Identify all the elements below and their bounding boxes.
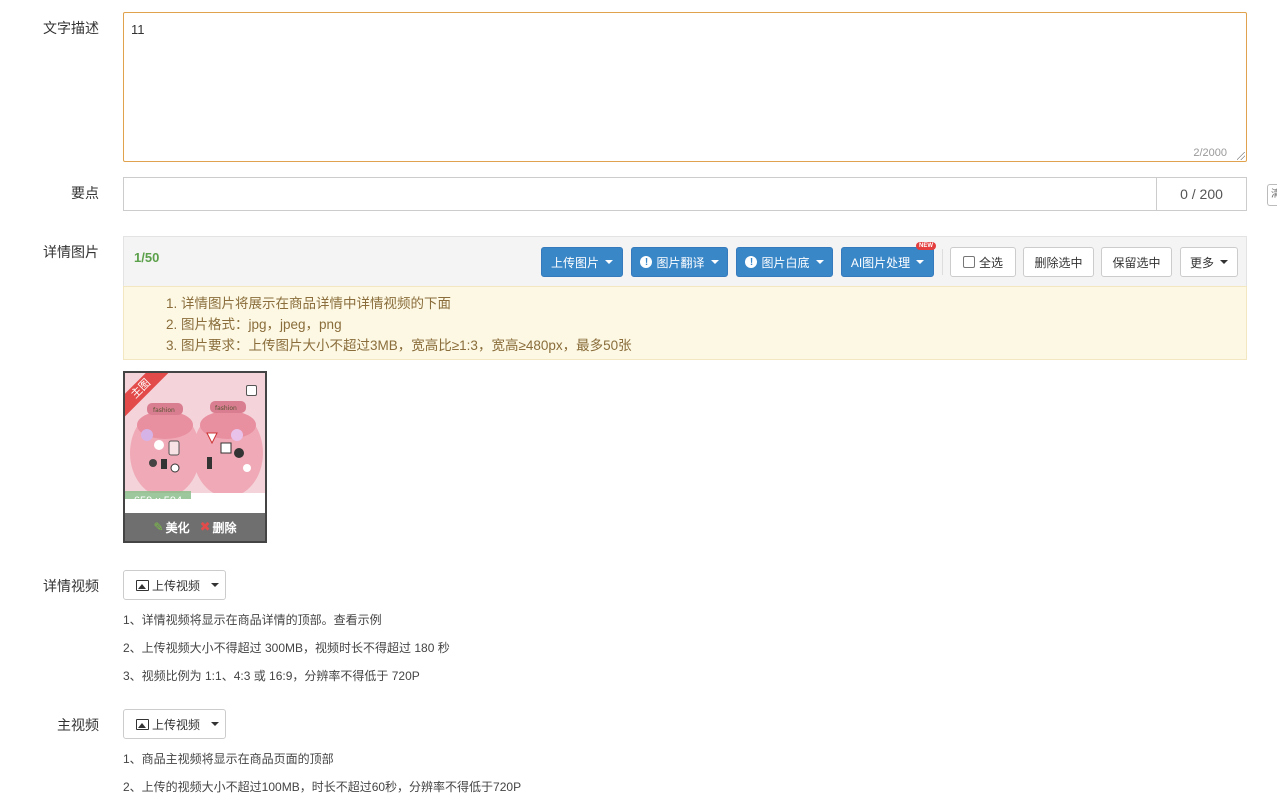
- more-label: 更多: [1189, 255, 1214, 270]
- image-count: 1/50: [134, 250, 160, 265]
- main-video-label: 主视频: [57, 717, 99, 733]
- ai-image-process-label: AI图片处理: [850, 255, 911, 270]
- white-background-label: 图片白底: [761, 255, 810, 270]
- chevron-down-icon: [710, 260, 719, 264]
- new-badge: NEW: [916, 242, 936, 250]
- image-icon: [136, 718, 149, 730]
- detail-video-note: 1、详情视频将显示在商品详情的顶部。查看示例: [123, 613, 382, 627]
- keep-selected-button[interactable]: 保留选中: [1101, 247, 1172, 277]
- description-value[interactable]: 11: [131, 22, 145, 37]
- notice-item: 3. 图片要求：上传图片大小不超过3MB，宽高比≥1:3，宽高≥480px，最多…: [166, 338, 632, 353]
- detail-image-thumbnail[interactable]: fashion fashion 主图 659 x 594 ✎: [123, 371, 267, 543]
- description-label: 文字描述: [43, 20, 99, 36]
- toolbar-divider: [942, 249, 943, 275]
- exclamation-icon: !: [745, 256, 758, 268]
- upload-image-button[interactable]: 上传图片: [541, 247, 623, 277]
- delete-image-button[interactable]: ✖ 删除: [200, 519, 237, 536]
- notice-item: 2. 图片格式：jpg，jpeg，png: [166, 317, 342, 332]
- white-background-button[interactable]: ! 图片白底: [736, 247, 833, 277]
- shoe-strap-text: fashion: [153, 407, 175, 414]
- detail-images-label: 详情图片: [43, 244, 99, 260]
- chevron-down-icon: [211, 583, 220, 587]
- main-video-upload-button[interactable]: 上传视频: [123, 709, 226, 739]
- select-all-checkbox[interactable]: 全选: [950, 247, 1016, 277]
- checkbox-icon[interactable]: [962, 256, 975, 268]
- thumbnail-action-bar: ✎ 美化 ✖ 删除: [125, 513, 265, 541]
- resize-handle-icon[interactable]: [1237, 152, 1245, 160]
- exclamation-icon: !: [640, 256, 653, 268]
- ai-image-process-button[interactable]: AI图片处理 NEW: [841, 242, 936, 277]
- upload-image-label: 上传图片: [550, 255, 599, 270]
- chevron-down-icon: [1220, 260, 1228, 264]
- detail-video-upload-button[interactable]: 上传视频: [123, 570, 226, 600]
- description-counter: 2/2000: [1193, 147, 1227, 159]
- image-icon: [136, 579, 149, 591]
- chevron-down-icon: [916, 260, 925, 264]
- select-all-label: 全选: [978, 255, 1003, 270]
- product-image[interactable]: fashion fashion 主图 659 x 594: [125, 373, 265, 499]
- main-video-note: 1、商品主视频将显示在商品页面的顶部: [123, 752, 334, 766]
- delete-selected-button[interactable]: 删除选中: [1023, 247, 1094, 277]
- detail-images-notice: 1. 详情图片将展示在商品详情中详情视频的下面 2. 图片格式：jpg，jpeg…: [123, 286, 1247, 360]
- chevron-down-icon: [211, 722, 220, 726]
- translate-image-button[interactable]: ! 图片翻译: [631, 247, 728, 277]
- delete-image-label: 删除: [212, 520, 237, 535]
- beautify-button[interactable]: ✎ 美化: [154, 519, 190, 536]
- shoe-strap-text: fashion: [215, 405, 237, 412]
- key-points-side-button[interactable]: 清: [1267, 184, 1277, 206]
- chevron-down-icon: [815, 260, 824, 264]
- thumbnail-checkbox[interactable]: [246, 385, 257, 396]
- translate-image-label: 图片翻译: [656, 255, 705, 270]
- detail-images-toolbar: 1/50 上传图片 ! 图片翻译 ! 图片白底 AI图片处理 NEW 全选 删除…: [123, 236, 1247, 286]
- chevron-down-icon: [605, 260, 613, 264]
- main-video-upload-label: 上传视频: [152, 717, 201, 732]
- more-button[interactable]: 更多: [1180, 247, 1238, 277]
- detail-video-note: 2、上传视频大小不得超过 300MB，视频时长不得超过 180 秒: [123, 641, 450, 655]
- image-dimensions: 659 x 594: [125, 491, 191, 499]
- description-textarea[interactable]: 11 2/2000: [123, 12, 1247, 162]
- key-points-counter: 0 / 200: [1156, 177, 1247, 211]
- detail-video-upload-label: 上传视频: [152, 578, 201, 593]
- beautify-label: 美化: [165, 520, 190, 535]
- main-video-note: 2、上传的视频大小不超过100MB，时长不超过60秒，分辨率不得低于720P: [123, 780, 522, 794]
- pencil-icon: ✎: [153, 520, 164, 534]
- detail-video-label: 详情视频: [43, 578, 99, 594]
- detail-video-note: 3、视频比例为 1:1、4:3 或 16:9，分辨率不得低于 720P: [123, 669, 420, 683]
- notice-item: 1. 详情图片将展示在商品详情中详情视频的下面: [166, 296, 452, 311]
- key-points-label: 要点: [71, 185, 99, 201]
- close-icon: ✖: [199, 519, 211, 534]
- key-points-input[interactable]: [123, 177, 1157, 211]
